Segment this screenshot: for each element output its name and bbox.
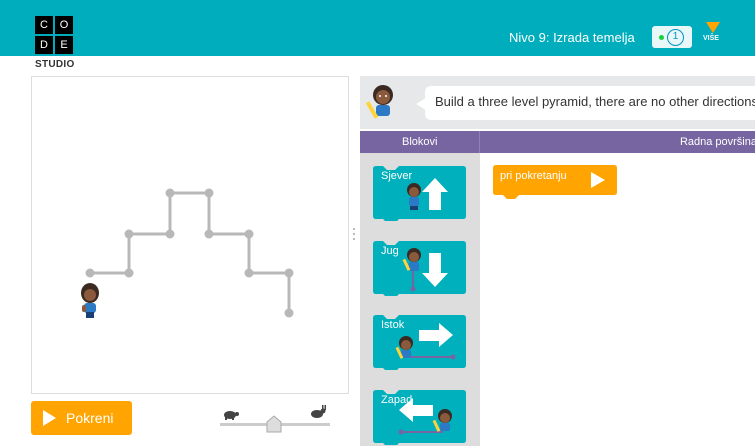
logo-letter: D [35, 36, 53, 54]
logo-letter: E [55, 36, 73, 54]
rabbit-icon [311, 405, 326, 418]
block-west[interactable]: Zapad [373, 390, 466, 445]
block-south[interactable]: Jug [373, 241, 466, 296]
when-run-label: pri pokretanju [500, 170, 567, 182]
panel-resize-handle[interactable] [352, 228, 356, 244]
instructions-text: Build a three level pyramid, there are n… [425, 86, 755, 120]
block-label: Sjever [381, 170, 413, 182]
block-east[interactable]: Istok [373, 315, 466, 370]
run-button-label: Pokreni [66, 410, 114, 426]
progress-level-number[interactable]: 1 [667, 29, 684, 46]
workspace-header-label: Radna površina [679, 136, 755, 148]
logo-letter: O [55, 16, 73, 34]
run-button[interactable]: Pokreni [31, 401, 132, 435]
logo-letter: C [35, 16, 53, 34]
progress-dot [659, 35, 664, 40]
workspace-header: Blokovi Radna površina [360, 131, 755, 153]
more-button[interactable]: VIŠE [703, 22, 725, 50]
top-header: Nivo 9: Izrada temelja 1 VIŠE [0, 0, 755, 56]
block-label: Jug [381, 245, 399, 257]
block-label: Istok [381, 319, 405, 331]
block-label: Zapad [381, 394, 413, 406]
code-studio-logo[interactable]: C O D E [35, 16, 73, 54]
play-icon [43, 410, 56, 426]
chevron-down-icon [706, 22, 720, 33]
speed-slider[interactable] [218, 402, 332, 438]
artist-character [81, 283, 99, 318]
logo-subtitle: STUDIO [35, 59, 75, 70]
when-run-block[interactable]: pri pokretanju [493, 165, 617, 199]
pyramid-outline [81, 188, 294, 318]
level-title: Nivo 9: Izrada temelja [509, 30, 635, 45]
turtle-icon [224, 411, 239, 420]
block-north[interactable]: Sjever [373, 166, 466, 221]
level-progress[interactable]: 1 [652, 26, 692, 48]
artist-avatar [365, 83, 400, 121]
toolbox-header: Blokovi [402, 136, 438, 148]
speed-slider-thumb [266, 415, 282, 433]
more-label: VIŠE [703, 35, 719, 42]
drawing-stage [31, 76, 349, 394]
